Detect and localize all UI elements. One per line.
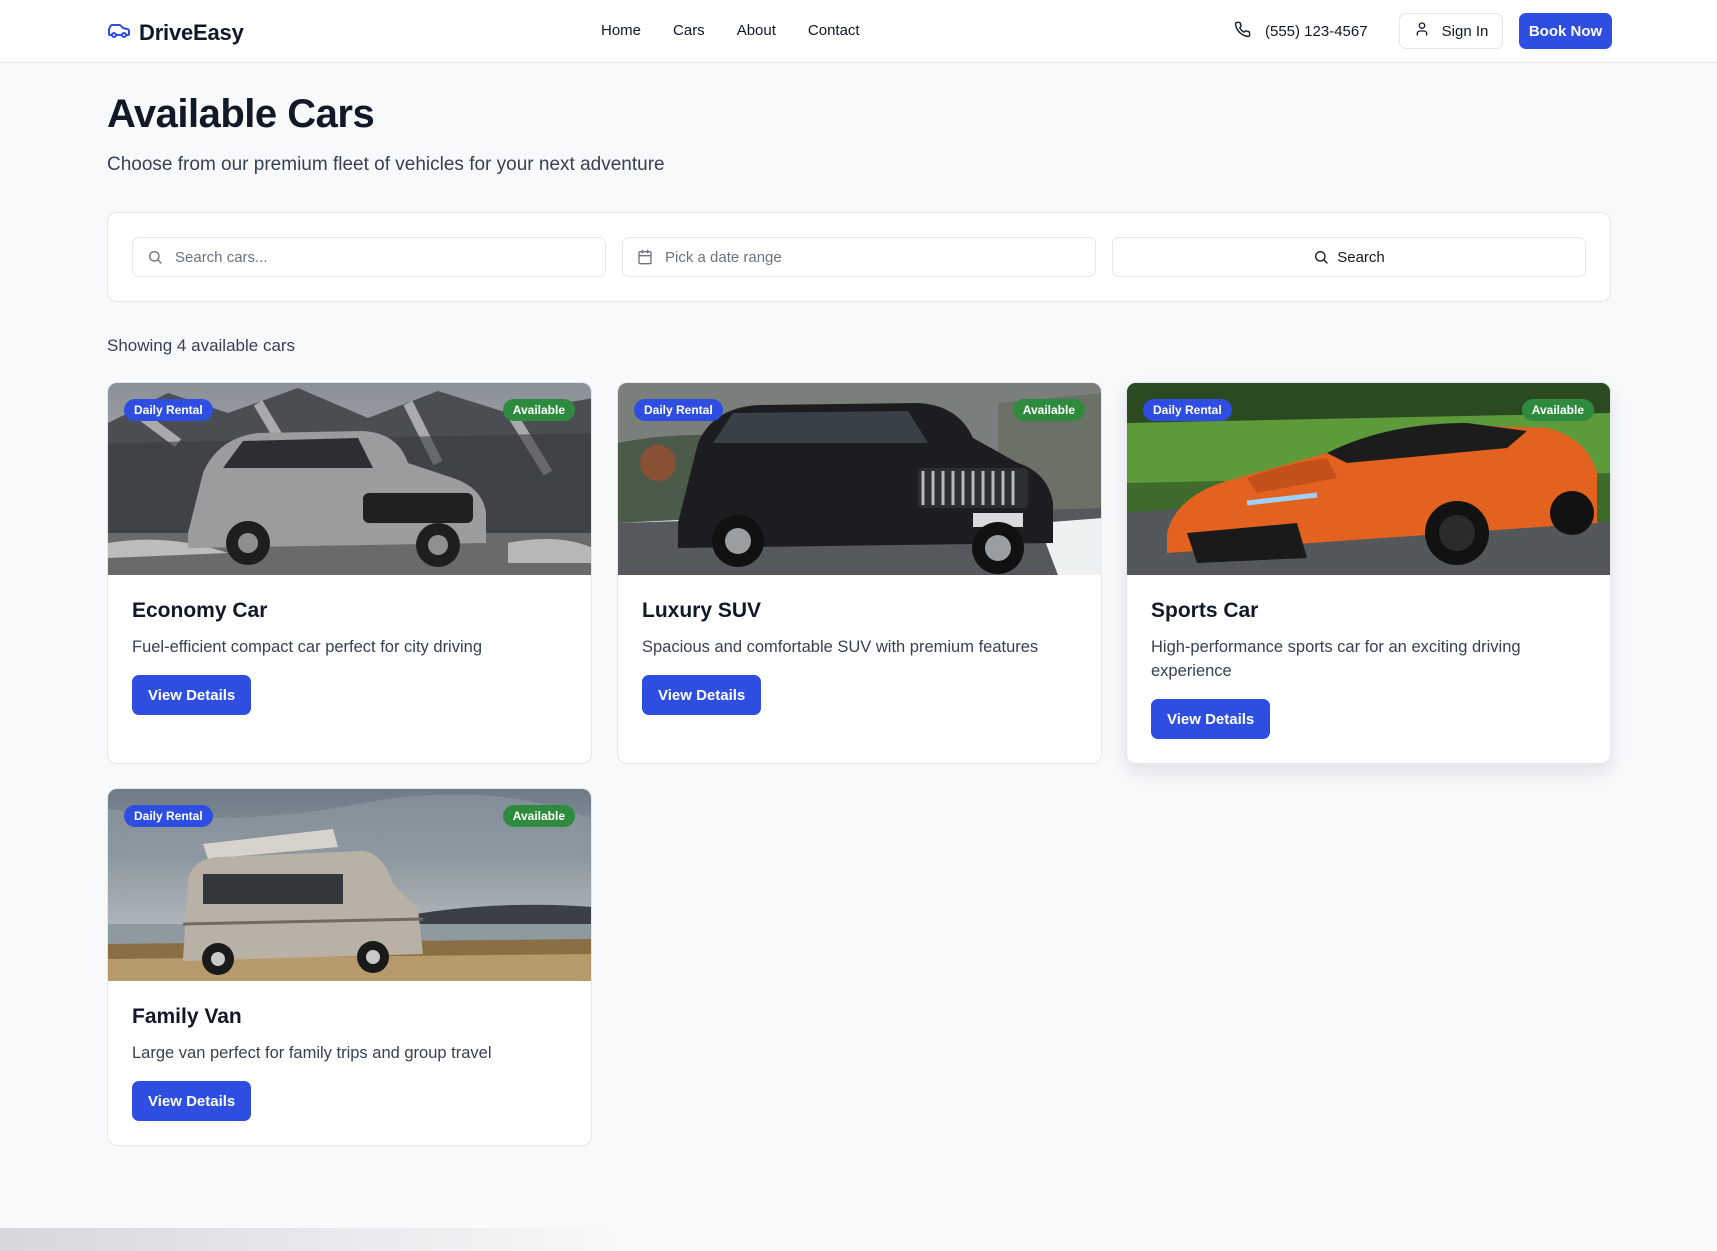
page-title: Available Cars xyxy=(107,92,375,136)
nav-about[interactable]: About xyxy=(737,22,776,39)
car-title: Luxury SUV xyxy=(642,599,762,622)
status-badge: Available xyxy=(1521,399,1594,421)
search-icon xyxy=(147,249,163,265)
top-header: DriveEasy Home Cars About Contact (555) … xyxy=(0,0,1717,63)
search-field[interactable] xyxy=(132,237,606,277)
car-icon xyxy=(107,18,131,47)
car-title: Economy Car xyxy=(132,599,268,622)
sign-in-label: Sign In xyxy=(1441,22,1489,40)
bottom-scroll-shadow xyxy=(0,1228,620,1251)
car-image: Daily Rental Available xyxy=(108,383,591,575)
book-now-button[interactable]: Book Now xyxy=(1519,13,1612,49)
phone-contact[interactable]: (555) 123-4567 xyxy=(1234,21,1368,42)
rental-badge: Daily Rental xyxy=(1143,399,1232,421)
sign-in-button[interactable]: Sign In xyxy=(1399,13,1503,49)
car-description: Fuel-efficient compact car perfect for c… xyxy=(132,638,482,656)
rental-badge: Daily Rental xyxy=(124,399,213,421)
car-image: Daily Rental Available xyxy=(1127,383,1610,575)
search-button[interactable]: Search xyxy=(1112,237,1586,277)
car-title: Sports Car xyxy=(1151,599,1259,622)
view-details-button[interactable]: View Details xyxy=(642,675,762,715)
car-description: High-performance sports car for an excit… xyxy=(1151,638,1521,680)
car-description: Spacious and comfortable SUV with premiu… xyxy=(642,638,1039,656)
view-details-button[interactable]: View Details xyxy=(132,675,252,715)
search-input[interactable] xyxy=(175,248,575,266)
nav-home[interactable]: Home xyxy=(601,22,641,39)
nav-cars[interactable]: Cars xyxy=(673,22,705,39)
car-image: Daily Rental Available xyxy=(618,383,1101,575)
brand-logo[interactable]: DriveEasy xyxy=(107,18,244,47)
status-badge: Available xyxy=(502,399,575,421)
phone-icon xyxy=(1234,21,1251,42)
car-card: Daily Rental Available Family Van Large … xyxy=(107,788,592,1146)
rental-badge: Daily Rental xyxy=(634,399,723,421)
date-range-placeholder: Pick a date range xyxy=(665,248,782,266)
status-badge: Available xyxy=(502,805,575,827)
car-image: Daily Rental Available xyxy=(108,789,591,981)
phone-number: (555) 123-4567 xyxy=(1265,23,1368,40)
brand-name: DriveEasy xyxy=(139,19,244,45)
search-icon xyxy=(1313,249,1329,265)
car-card: Daily Rental Available Economy Car Fuel-… xyxy=(107,382,592,764)
car-description: Large van perfect for family trips and g… xyxy=(132,1044,492,1062)
car-title: Family Van xyxy=(132,1005,242,1028)
main-nav: Home Cars About Contact xyxy=(601,22,860,39)
user-icon xyxy=(1414,21,1430,41)
rental-badge: Daily Rental xyxy=(124,805,213,827)
nav-contact[interactable]: Contact xyxy=(808,22,860,39)
view-details-button[interactable]: View Details xyxy=(132,1081,252,1121)
results-count: Showing 4 available cars xyxy=(107,336,296,355)
search-button-label: Search xyxy=(1337,248,1385,266)
calendar-icon xyxy=(637,249,653,265)
car-card: Daily Rental Available Sports Car High-p… xyxy=(1126,382,1611,764)
search-panel: Pick a date range Search xyxy=(107,212,1611,302)
view-details-button[interactable]: View Details xyxy=(1151,699,1271,739)
date-range-picker[interactable]: Pick a date range xyxy=(622,237,1096,277)
car-card: Daily Rental Available Luxury SUV Spacio… xyxy=(617,382,1102,764)
page-subtitle: Choose from our premium fleet of vehicle… xyxy=(107,154,665,175)
status-badge: Available xyxy=(1012,399,1085,421)
